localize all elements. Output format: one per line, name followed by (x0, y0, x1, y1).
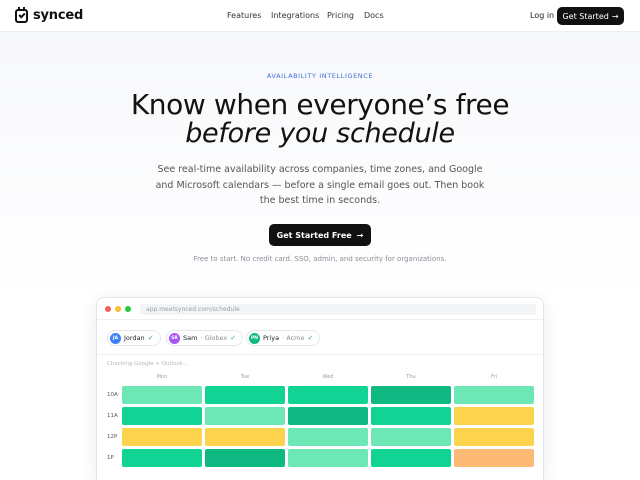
nav-link-pricing[interactable]: Pricing (327, 11, 354, 20)
avatar: SR (169, 332, 180, 344)
day-header-tue: Tue (240, 374, 250, 380)
nav-link-docs[interactable]: Docs (364, 11, 384, 20)
day-header-mon: Mon (156, 374, 168, 380)
url-bar[interactable]: app.meetsynced.com/schedule (140, 304, 536, 315)
availability-cell[interactable] (122, 386, 202, 404)
availability-cell[interactable] (454, 428, 534, 446)
time-label-11a: 11A (107, 413, 118, 419)
window-titlebar: app.meetsynced.com/schedule (97, 298, 543, 320)
hero-title-line2: before you schedule (185, 118, 455, 149)
hero-title-line1: Know when everyone’s free (130, 88, 510, 121)
hero-eyebrow: AVAILABILITY INTELLIGENCE (266, 72, 374, 80)
arrow-right-icon: → (611, 11, 619, 21)
get-started-free-button[interactable]: Get Started Free → (269, 224, 371, 246)
availability-cell[interactable] (454, 386, 534, 404)
day-header-wed: Wed (322, 374, 334, 380)
participant-chip-jordan[interactable]: JA Jordan ✓ (107, 330, 161, 346)
check-icon: ✓ (230, 334, 237, 342)
availability-cell[interactable] (205, 449, 285, 467)
availability-cell[interactable] (205, 428, 285, 446)
day-header-fri: Fri (491, 374, 497, 380)
availability-cell[interactable] (288, 449, 368, 467)
availability-cell[interactable] (205, 386, 285, 404)
avatar: JA (110, 332, 121, 344)
availability-cell[interactable] (371, 386, 451, 404)
participant-chip-sam[interactable]: SR Sam · Globex ✓ (166, 330, 244, 346)
divider (97, 354, 543, 355)
participant-org: · Acme (282, 334, 305, 342)
availability-cell[interactable] (371, 407, 451, 425)
participant-chip-priya[interactable]: PN Priya · Acme ✓ (246, 330, 321, 346)
participant-name: Priya (263, 334, 280, 342)
nav-link-features[interactable]: Features (227, 11, 261, 20)
time-label-12p: 12P (107, 434, 118, 440)
availability-cell[interactable] (371, 428, 451, 446)
participant-org: · Globex (200, 334, 228, 342)
availability-cell[interactable] (288, 386, 368, 404)
availability-cell[interactable] (454, 449, 534, 467)
availability-cell[interactable] (371, 449, 451, 467)
time-label-1p: 1P (107, 455, 114, 461)
availability-cell[interactable] (288, 428, 368, 446)
availability-cell[interactable] (205, 407, 285, 425)
get-started-label: Get Started (562, 11, 609, 21)
avatar: PN (249, 332, 260, 344)
hero-fine-print: Free to start. No credit card. SSO, admi… (193, 255, 447, 263)
top-nav: synced Features Integrations Pricing Doc… (0, 0, 640, 32)
availability-cell[interactable] (122, 449, 202, 467)
get-started-free-label: Get Started Free (276, 230, 352, 240)
get-started-button[interactable]: Get Started → (557, 7, 624, 25)
availability-cell[interactable] (122, 428, 202, 446)
check-icon: ✓ (307, 334, 314, 342)
availability-cell[interactable] (122, 407, 202, 425)
login-link[interactable]: Log in (530, 11, 554, 20)
nav-link-integrations[interactable]: Integrations (271, 11, 319, 20)
app-preview-window: app.meetsynced.com/schedule JA Jordan ✓ … (96, 297, 544, 480)
day-header-thu: Thu (406, 374, 416, 380)
participant-name: Sam (183, 334, 198, 342)
arrow-right-icon: → (356, 230, 364, 240)
window-minimize-dot (115, 306, 121, 312)
hero-subtitle: See real-time availability across compan… (155, 164, 485, 206)
window-maximize-dot (125, 306, 131, 312)
participant-name: Jordan (124, 334, 145, 342)
window-close-dot (105, 306, 111, 312)
time-label-10a: 10A (107, 392, 118, 398)
sync-status-text: Checking Google + Outlook... (107, 361, 189, 367)
availability-cell[interactable] (454, 407, 534, 425)
availability-cell[interactable] (288, 407, 368, 425)
check-icon: ✓ (147, 334, 154, 342)
